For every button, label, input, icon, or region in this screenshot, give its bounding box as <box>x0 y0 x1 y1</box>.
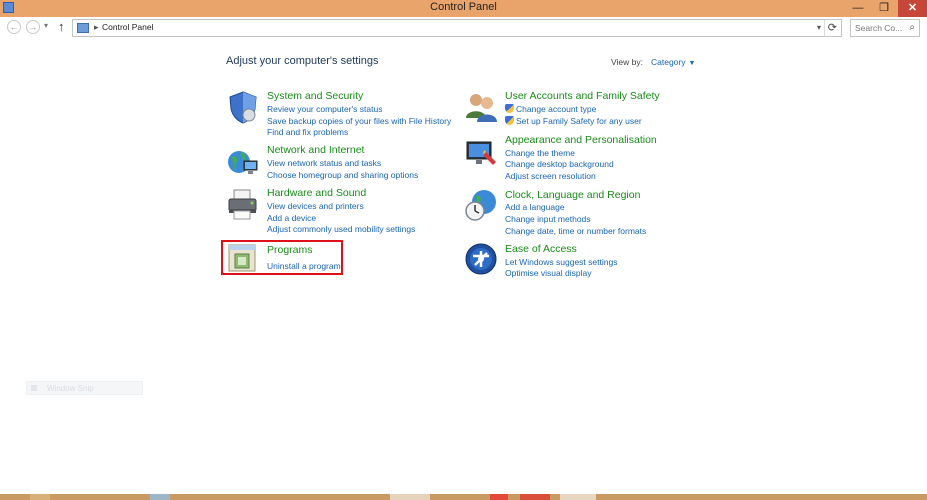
recent-locations-icon[interactable]: ▾ <box>44 21 48 30</box>
window-title: Control Panel <box>430 1 497 13</box>
link-network-status[interactable]: View network status and tasks <box>267 158 381 168</box>
network-globe-icon[interactable] <box>226 145 260 179</box>
link-optimise-display[interactable]: Optimise visual display <box>505 268 591 278</box>
up-button[interactable]: ↑ <box>58 19 65 34</box>
link-screen-resolution[interactable]: Adjust screen resolution <box>505 171 596 181</box>
link-date-time-formats[interactable]: Change date, time or number formats <box>505 226 646 236</box>
category-clock-language-region[interactable]: Clock, Language and Region <box>505 189 640 201</box>
appearance-icon[interactable] <box>464 136 498 170</box>
link-find-fix-problems[interactable]: Find and fix problems <box>267 127 348 137</box>
forward-button[interactable]: → <box>26 20 40 34</box>
taskbar <box>0 494 927 500</box>
highlight-box <box>221 240 343 275</box>
snip-label: Window Snip <box>47 384 94 393</box>
category-appearance[interactable]: Appearance and Personalisation <box>505 134 657 146</box>
category-hardware-and-sound[interactable]: Hardware and Sound <box>267 187 366 199</box>
navigation-bar: ← → ▾ ↑ ▸ Control Panel ▾ ⟳ Search Co...… <box>0 17 927 39</box>
search-input[interactable]: Search Co... ⌕ <box>850 19 920 37</box>
link-suggest-settings[interactable]: Let Windows suggest settings <box>505 257 617 267</box>
printer-icon[interactable] <box>226 187 260 221</box>
minimize-button[interactable]: — <box>846 0 870 17</box>
taskbar-item[interactable] <box>520 494 550 500</box>
link-homegroup[interactable]: Choose homegroup and sharing options <box>267 170 418 180</box>
chevron-down-icon[interactable]: ▼ <box>688 60 695 67</box>
link-devices-printers[interactable]: View devices and printers <box>267 201 364 211</box>
taskbar-item[interactable] <box>30 494 50 500</box>
view-by: View by: Category ▼ <box>611 57 695 67</box>
taskbar-item[interactable] <box>390 494 430 500</box>
category-network-and-internet[interactable]: Network and Internet <box>267 144 364 156</box>
link-change-account-type[interactable]: Change account type <box>505 104 596 114</box>
shield-icon[interactable] <box>226 90 260 124</box>
control-panel-icon <box>77 23 89 33</box>
breadcrumb-chevron-icon[interactable]: ▸ <box>94 22 99 33</box>
breadcrumb[interactable]: Control Panel <box>102 22 154 32</box>
taskbar-item[interactable] <box>490 494 508 500</box>
category-ease-of-access[interactable]: Ease of Access <box>505 243 577 255</box>
category-user-accounts[interactable]: User Accounts and Family Safety <box>505 90 660 102</box>
link-change-account-type-label: Change account type <box>516 104 597 114</box>
uac-shield-icon <box>505 104 514 113</box>
link-mobility-settings[interactable]: Adjust commonly used mobility settings <box>267 224 415 234</box>
link-family-safety[interactable]: Set up Family Safety for any user <box>505 116 642 126</box>
snip-icon <box>31 385 37 391</box>
link-change-theme[interactable]: Change the theme <box>505 148 575 158</box>
link-add-device[interactable]: Add a device <box>267 213 316 223</box>
address-bar[interactable]: ▸ Control Panel ▾ ⟳ <box>72 19 842 37</box>
link-add-language[interactable]: Add a language <box>505 202 565 212</box>
window-snip-overlay: Window Snip <box>26 381 143 395</box>
title-bar: Control Panel — ❐ ✕ <box>0 0 927 17</box>
back-button[interactable]: ← <box>7 20 21 34</box>
category-system-and-security[interactable]: System and Security <box>267 90 363 102</box>
taskbar-item[interactable] <box>560 494 596 500</box>
view-by-dropdown[interactable]: Category <box>651 57 686 67</box>
view-by-label: View by: <box>611 57 643 67</box>
clock-globe-icon[interactable] <box>464 188 498 222</box>
taskbar-item[interactable] <box>150 494 170 500</box>
link-input-methods[interactable]: Change input methods <box>505 214 591 224</box>
link-review-status[interactable]: Review your computer's status <box>267 104 382 114</box>
uac-shield-icon <box>505 116 514 125</box>
search-placeholder: Search Co... <box>855 23 903 33</box>
ease-of-access-icon[interactable] <box>464 242 498 276</box>
link-desktop-background[interactable]: Change desktop background <box>505 159 614 169</box>
link-file-history[interactable]: Save backup copies of your files with Fi… <box>267 116 451 126</box>
search-icon[interactable]: ⌕ <box>909 22 915 33</box>
address-dropdown-icon[interactable]: ▾ <box>817 23 821 32</box>
maximize-button[interactable]: ❐ <box>872 0 896 17</box>
users-icon[interactable] <box>464 90 498 124</box>
page-title: Adjust your computer's settings <box>226 55 379 67</box>
refresh-icon[interactable]: ⟳ <box>823 20 837 36</box>
link-family-safety-label: Set up Family Safety for any user <box>516 116 642 126</box>
close-button[interactable]: ✕ <box>898 0 927 17</box>
